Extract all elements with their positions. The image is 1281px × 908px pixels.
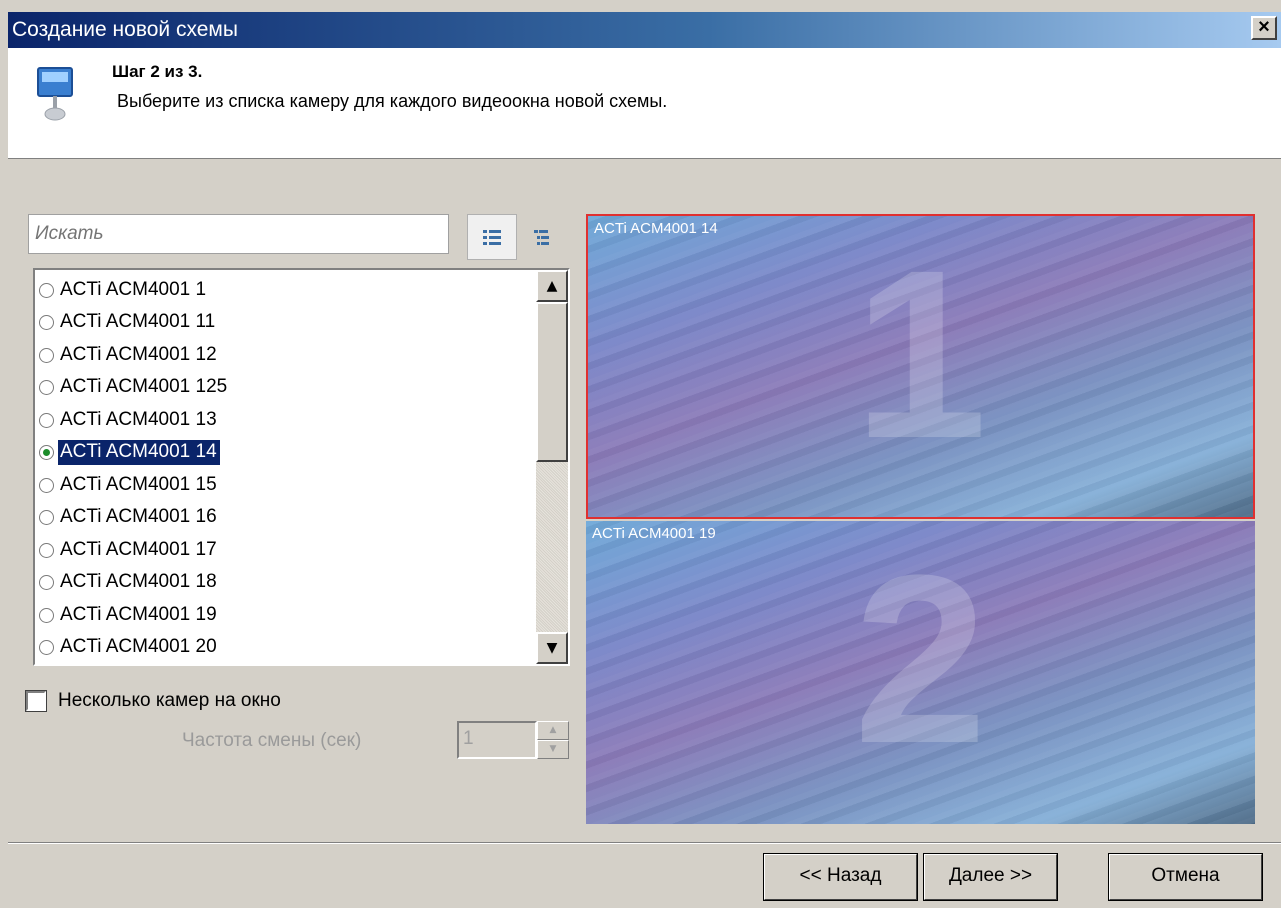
- search-input[interactable]: [28, 214, 449, 254]
- step-title: Шаг 2 из 3.: [112, 62, 203, 81]
- camera-list-item[interactable]: ACTi ACM4001 15: [39, 469, 230, 502]
- camera-list-item[interactable]: ACTi ACM4001 17: [39, 534, 230, 567]
- camera-radio[interactable]: [39, 445, 54, 461]
- step-description: Выберите из списка камеру для каждого ви…: [117, 91, 668, 111]
- close-button[interactable]: ×: [1251, 16, 1277, 40]
- camera-label: ACTi ACM4001 17: [60, 538, 217, 560]
- camera-radio[interactable]: [39, 315, 54, 331]
- tree-view-button[interactable]: [526, 224, 556, 254]
- camera-radio[interactable]: [39, 542, 54, 558]
- arrow-down-icon: ▼: [549, 744, 557, 754]
- wizard-header: Шаг 2 из 3. Выберите из списка камеру дл…: [8, 48, 1281, 159]
- camera-list[interactable]: ACTi ACM4001 1 ACTi ACM4001 11 ACTi ACM400…: [33, 268, 570, 666]
- video-window-number: 1: [853, 220, 988, 488]
- camera-radio[interactable]: [39, 380, 54, 396]
- camera-list-item[interactable]: ACTi ACM4001 14: [39, 437, 230, 470]
- camera-radio[interactable]: [39, 640, 54, 656]
- title-bar: Создание новой схемы ×: [8, 12, 1281, 48]
- window-title: Создание новой схемы: [12, 18, 238, 41]
- next-button[interactable]: Далее >>: [923, 853, 1058, 901]
- camera-list-item[interactable]: ACTi ACM4001 20: [39, 632, 230, 665]
- video-window-camera-name: ACTi ACM4001 14: [594, 220, 718, 237]
- list-view-button[interactable]: [467, 214, 517, 260]
- camera-list-item[interactable]: ACTi ACM4001 21: [39, 664, 230, 666]
- back-button[interactable]: << Назад: [763, 853, 918, 901]
- scroll-up-button[interactable]: ▲: [536, 270, 568, 302]
- camera-radio[interactable]: [39, 477, 54, 493]
- monitor-icon: [37, 67, 73, 121]
- camera-list-item[interactable]: ACTi ACM4001 12: [39, 339, 230, 372]
- list-view-icon: [483, 230, 501, 245]
- camera-label: ACTi ACM4001 14: [58, 440, 220, 466]
- arrow-up-icon: ▲: [549, 725, 557, 735]
- camera-radio[interactable]: [39, 282, 54, 298]
- list-scrollbar[interactable]: ▲ ▼: [536, 270, 568, 664]
- scroll-down-button[interactable]: ▼: [536, 632, 568, 664]
- camera-label: ACTi ACM4001 125: [60, 376, 228, 398]
- camera-list-items: ACTi ACM4001 1 ACTi ACM4001 11 ACTi ACM400…: [39, 274, 230, 666]
- footer-separator: [8, 842, 1281, 844]
- camera-list-item[interactable]: ACTi ACM4001 125: [39, 372, 230, 405]
- interval-label: Частота смены (сек): [182, 730, 362, 751]
- spin-down-button[interactable]: ▼: [537, 740, 569, 759]
- interval-spinner[interactable]: ▲ ▼: [537, 721, 569, 759]
- multi-camera-label: Несколько камер на окно: [58, 690, 281, 711]
- video-window-camera-name: ACTi ACM4001 19: [592, 525, 716, 542]
- cancel-button[interactable]: Отмена: [1108, 853, 1263, 901]
- video-window-1[interactable]: ACTi ACM4001 14 1: [586, 214, 1255, 519]
- camera-radio[interactable]: [39, 607, 54, 623]
- multi-camera-checkbox[interactable]: [25, 690, 47, 712]
- camera-label: ACTi ACM4001 19: [60, 603, 217, 625]
- camera-list-item[interactable]: ACTi ACM4001 18: [39, 567, 230, 600]
- camera-label: ACTi ACM4001 13: [60, 408, 217, 430]
- camera-list-item[interactable]: ACTi ACM4001 19: [39, 599, 230, 632]
- arrow-down-icon: ▼: [546, 640, 558, 656]
- camera-label: ACTi ACM4001 16: [60, 506, 217, 528]
- camera-radio[interactable]: [39, 412, 54, 428]
- camera-label: ACTi ACM4001 18: [60, 571, 217, 593]
- camera-label: ACTi ACM4001 12: [60, 343, 217, 365]
- spin-up-button[interactable]: ▲: [537, 721, 569, 740]
- camera-list-item[interactable]: ACTi ACM4001 11: [39, 307, 230, 340]
- camera-label: ACTi ACM4001 11: [60, 311, 216, 333]
- camera-radio[interactable]: [39, 575, 54, 591]
- video-window-number: 2: [853, 525, 988, 793]
- camera-label: ACTi ACM4001 15: [60, 473, 217, 495]
- multi-camera-option[interactable]: Несколько камер на окно: [25, 690, 281, 712]
- camera-label: ACTi ACM4001 1: [60, 278, 207, 300]
- video-window-2[interactable]: ACTi ACM4001 19 2: [586, 521, 1255, 824]
- camera-list-item[interactable]: ACTi ACM4001 1: [39, 274, 230, 307]
- camera-radio[interactable]: [39, 510, 54, 526]
- camera-radio[interactable]: [39, 347, 54, 363]
- camera-label: ACTi ACM4001 20: [60, 636, 217, 658]
- tree-view-icon: [534, 230, 549, 245]
- interval-input[interactable]: 1: [457, 721, 537, 759]
- scroll-thumb[interactable]: [536, 302, 568, 462]
- camera-list-item[interactable]: ACTi ACM4001 16: [39, 502, 230, 535]
- camera-list-item[interactable]: ACTi ACM4001 13: [39, 404, 230, 437]
- wizard-dialog: Создание новой схемы × Шаг 2 из 3. Выбер…: [0, 0, 1281, 908]
- close-icon: ×: [1258, 16, 1270, 38]
- arrow-up-icon: ▲: [546, 278, 558, 294]
